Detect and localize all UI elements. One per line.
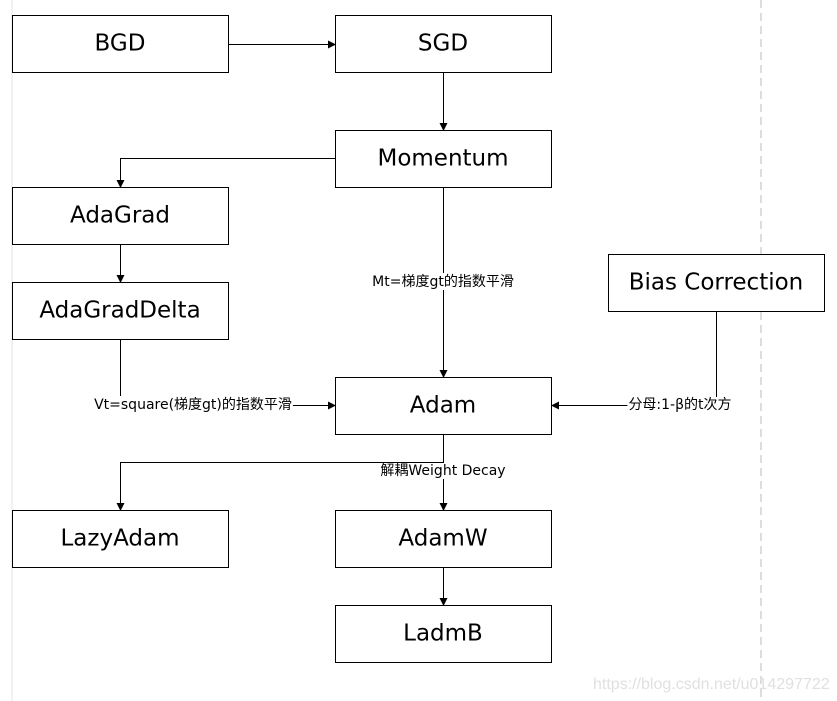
node-lazyadam: LazyAdam [12, 510, 229, 568]
node-adagrad: AdaGrad [12, 187, 229, 245]
edge-momentum-to-adagrad [116, 158, 335, 188]
edge-adagraddelta-to-adam [120, 339, 336, 410]
edge-bias-to-adam [551, 311, 717, 410]
node-label: SGD [418, 31, 468, 57]
node-adagraddelta: AdaGradDelta [12, 282, 229, 340]
node-momentum: Momentum [335, 130, 552, 188]
edge-label-mt: Mt=梯度gt的指数平滑 [372, 273, 514, 290]
edge-label-decay: 解耦Weight Decay [380, 463, 505, 479]
node-label: AdamW [398, 526, 487, 552]
node-label: Adam [410, 393, 476, 419]
node-bias: Bias Correction [608, 254, 825, 312]
node-label: BGD [95, 31, 146, 57]
node-label: AdaGrad [70, 203, 170, 229]
node-label: LazyAdam [60, 526, 179, 552]
edge-label-bias: 分母:1-β的t次方 [628, 397, 731, 413]
edge-label-vt: Vt=square(梯度gt)的指数平滑 [94, 396, 292, 413]
node-adamw: AdamW [335, 510, 552, 568]
node-ladmb: LadmB [335, 605, 552, 663]
node-bgd: BGD [12, 15, 229, 73]
node-label: Bias Correction [629, 270, 804, 296]
node-label: AdaGradDelta [39, 298, 200, 324]
watermark: https://blog.csdn.net/u014297722 [593, 676, 830, 693]
node-label: LadmB [403, 621, 483, 647]
diagram-canvas: BGD SGD Momentum AdaGrad AdaGradDelta Bias Co… [11, 0, 830, 701]
node-adam: Adam [335, 377, 552, 435]
node-sgd: SGD [335, 15, 552, 73]
node-label: Momentum [377, 146, 508, 172]
